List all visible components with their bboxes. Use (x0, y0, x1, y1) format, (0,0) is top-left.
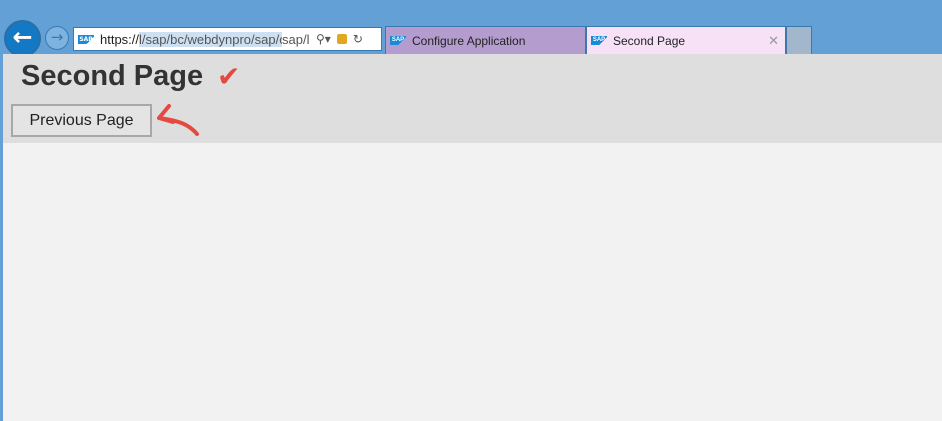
close-tab-icon[interactable]: ✕ (768, 33, 779, 49)
arrow-left-icon: ← (12, 23, 33, 51)
previous-page-button[interactable]: Previous Page (11, 104, 152, 137)
page-content: Second Page ✔ Previous Page (0, 54, 942, 421)
search-icon[interactable]: ⚲▾ (316, 32, 331, 46)
address-bar[interactable]: SAP https://l/sap/bc/webdynpro/sap/cc sa… (73, 27, 382, 51)
page-header: Second Page ✔ Previous Page (3, 54, 942, 143)
tab-second-page[interactable]: SAP Second Page ✕ (586, 26, 786, 54)
sap-favicon-icon: SAP (78, 34, 94, 44)
new-tab-button[interactable] (786, 26, 812, 54)
refresh-icon[interactable]: ↻ (353, 32, 363, 46)
checkmark-annotation-icon: ✔ (217, 60, 241, 93)
page-title: Second Page (21, 60, 204, 92)
lock-icon[interactable] (336, 34, 347, 44)
tab-configure-application[interactable]: SAP Configure Application (385, 26, 586, 54)
arrow-annotation-icon (157, 104, 199, 136)
back-button[interactable]: ← (4, 20, 41, 57)
url-suffix: sap/l (282, 31, 310, 47)
arrow-right-icon: → (50, 28, 64, 46)
forward-button[interactable]: → (45, 26, 69, 50)
sap-favicon-icon: SAP (591, 36, 607, 45)
sap-favicon-icon: SAP (390, 36, 406, 45)
url-text[interactable]: https://l/sap/bc/webdynpro/sap/cc (100, 31, 282, 47)
